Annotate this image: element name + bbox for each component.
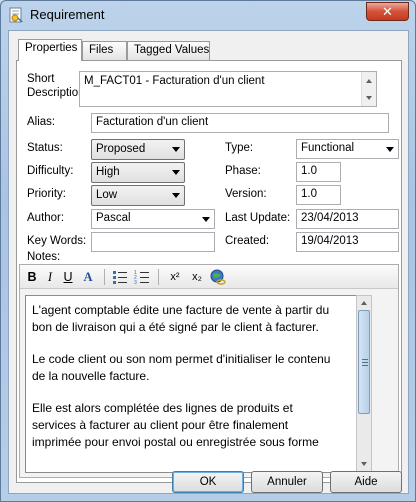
- scroll-down-icon[interactable]: [361, 462, 367, 466]
- dialog-client-area: Properties Files Tagged Values Short Des…: [8, 30, 409, 494]
- title-bar[interactable]: Requirement ✕: [1, 1, 415, 29]
- difficulty-select[interactable]: High: [91, 162, 185, 183]
- last-update-field[interactable]: 23/04/2013: [296, 209, 399, 229]
- notes-paragraph: L'agent comptable édite une facture de v…: [32, 303, 330, 334]
- created-field[interactable]: 19/04/2013: [296, 232, 399, 252]
- priority-label: Priority:: [27, 188, 66, 200]
- alias-label: Alias:: [27, 116, 56, 128]
- bullet-list-icon[interactable]: [112, 269, 128, 285]
- subscript-button[interactable]: x₂: [188, 269, 206, 285]
- formatting-toolbar: B I U A 1 2 3 x² x₂: [20, 265, 398, 289]
- author-value: Pascal: [96, 212, 131, 224]
- phase-field[interactable]: 1.0: [296, 162, 341, 182]
- chevron-down-icon: [202, 217, 210, 222]
- chevron-down-icon: [386, 147, 394, 152]
- short-description-value: M_FACT01 - Facturation d'un client: [84, 75, 265, 87]
- requirement-icon: [9, 7, 23, 23]
- version-label: Version:: [225, 188, 267, 200]
- tab-tagged-values[interactable]: Tagged Values: [127, 41, 210, 60]
- superscript-button[interactable]: x²: [166, 269, 184, 285]
- scroll-up-icon[interactable]: [366, 79, 372, 83]
- hyperlink-icon[interactable]: [210, 269, 226, 285]
- cancel-button[interactable]: Annuler: [251, 471, 323, 493]
- svg-text:3: 3: [134, 280, 137, 285]
- italic-button[interactable]: I: [43, 269, 57, 285]
- version-field[interactable]: 1.0: [296, 185, 341, 205]
- status-value: Proposed: [96, 143, 146, 155]
- short-description-scrollbar[interactable]: [361, 72, 376, 106]
- priority-value: Low: [96, 189, 118, 201]
- ok-button[interactable]: OK: [172, 471, 244, 493]
- tab-properties[interactable]: Properties: [18, 39, 82, 61]
- short-description-label: Short: [27, 73, 55, 85]
- short-description-field[interactable]: M_FACT01 - Facturation d'un client: [79, 71, 377, 107]
- notes-paragraph: Le code client ou son nom permet d'initi…: [32, 352, 331, 383]
- close-icon: ✕: [382, 4, 393, 19]
- grip-line: [362, 365, 368, 366]
- notes-scrollbar[interactable]: [356, 295, 372, 473]
- grip-line: [362, 359, 368, 360]
- notes-editor-frame: B I U A 1 2 3 x² x₂ L'agent comptable éd…: [19, 264, 399, 478]
- status-label: Status:: [27, 142, 63, 154]
- status-select[interactable]: Proposed: [91, 139, 185, 160]
- type-select[interactable]: Functional: [296, 139, 399, 159]
- grip-line: [362, 362, 368, 363]
- bold-button[interactable]: B: [25, 269, 39, 285]
- author-label: Author:: [27, 212, 65, 224]
- key-words-field[interactable]: [91, 232, 215, 252]
- phase-label: Phase:: [225, 165, 261, 177]
- toolbar-separator: [104, 269, 105, 285]
- difficulty-value: High: [96, 166, 120, 178]
- font-color-button[interactable]: A: [79, 269, 97, 285]
- toolbar-separator: [158, 269, 159, 285]
- scrollbar-thumb[interactable]: [358, 310, 370, 414]
- notes-label: Notes:: [27, 251, 61, 263]
- notes-editor[interactable]: L'agent comptable édite une facture de v…: [25, 295, 371, 473]
- tab-files[interactable]: Files: [82, 41, 127, 60]
- chevron-down-icon: [172, 193, 180, 198]
- key-words-label: Key Words:: [27, 235, 87, 247]
- chevron-down-icon: [172, 170, 180, 175]
- type-value: Functional: [301, 142, 355, 154]
- underline-button[interactable]: U: [61, 269, 75, 285]
- priority-select[interactable]: Low: [91, 185, 185, 206]
- scroll-down-icon[interactable]: [366, 96, 372, 100]
- scroll-up-icon[interactable]: [361, 301, 367, 305]
- difficulty-label: Difficulty:: [27, 165, 74, 177]
- author-select[interactable]: Pascal: [91, 209, 215, 229]
- chevron-down-icon: [172, 147, 180, 152]
- properties-panel: Short Description: M_FACT01 - Facturatio…: [16, 60, 402, 483]
- window-title: Requirement: [30, 7, 105, 22]
- alias-field[interactable]: Facturation d'un client: [91, 113, 389, 133]
- last-update-label: Last Update:: [225, 212, 291, 224]
- type-label: Type:: [225, 142, 254, 154]
- help-button[interactable]: Aide: [330, 471, 402, 493]
- created-label: Created:: [225, 235, 270, 247]
- requirement-dialog: Requirement ✕ Properties Files Tagged Va…: [0, 0, 416, 502]
- close-button[interactable]: ✕: [366, 2, 409, 21]
- numbered-list-icon[interactable]: 1 2 3: [134, 269, 150, 285]
- notes-paragraph: Elle est alors complétée des lignes de p…: [32, 401, 319, 449]
